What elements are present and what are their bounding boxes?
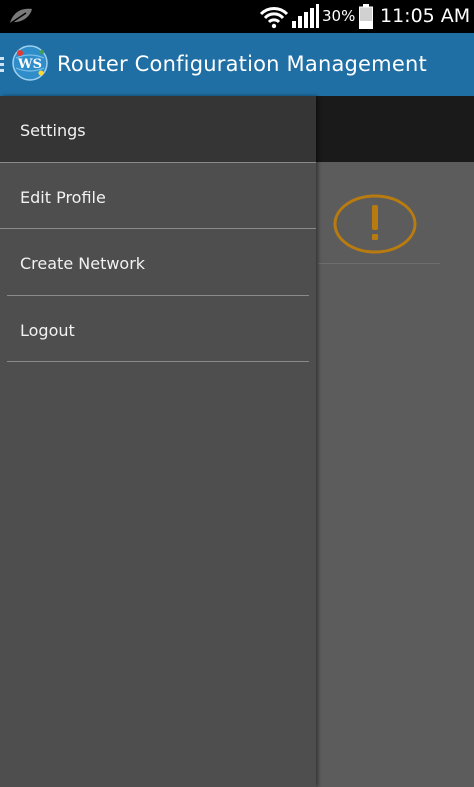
divider bbox=[7, 361, 309, 362]
leaf-icon bbox=[8, 7, 34, 29]
signal-icon bbox=[291, 4, 319, 33]
drawer-item-label: Create Network bbox=[20, 254, 146, 273]
drawer-item-create-network[interactable]: Create Network bbox=[0, 229, 316, 295]
app-bar: WS Router Configuration Management bbox=[0, 33, 474, 96]
svg-text:WS: WS bbox=[17, 57, 42, 72]
drawer-item-label: Logout bbox=[20, 321, 75, 340]
app-logo[interactable]: WS bbox=[11, 44, 49, 82]
app-title: Router Configuration Management bbox=[57, 52, 427, 76]
drawer-item-logout[interactable]: Logout bbox=[0, 296, 316, 362]
drawer-item-label: Settings bbox=[20, 121, 86, 140]
alert-icon bbox=[333, 193, 417, 259]
drawer-item-settings[interactable]: Settings bbox=[0, 96, 316, 162]
drawer-toggle-icon[interactable] bbox=[0, 57, 6, 72]
battery-percent: 30% bbox=[322, 7, 356, 25]
drawer-item-edit-profile[interactable]: Edit Profile bbox=[0, 163, 316, 229]
wifi-icon bbox=[259, 5, 289, 33]
divider bbox=[318, 263, 440, 264]
status-bar: 30% 11:05 AM bbox=[0, 0, 474, 33]
battery-icon bbox=[359, 4, 373, 33]
clock: 11:05 AM bbox=[380, 5, 471, 27]
drawer-item-label: Edit Profile bbox=[20, 188, 106, 207]
navigation-drawer: Settings Edit Profile Create Network Log… bbox=[0, 96, 316, 787]
